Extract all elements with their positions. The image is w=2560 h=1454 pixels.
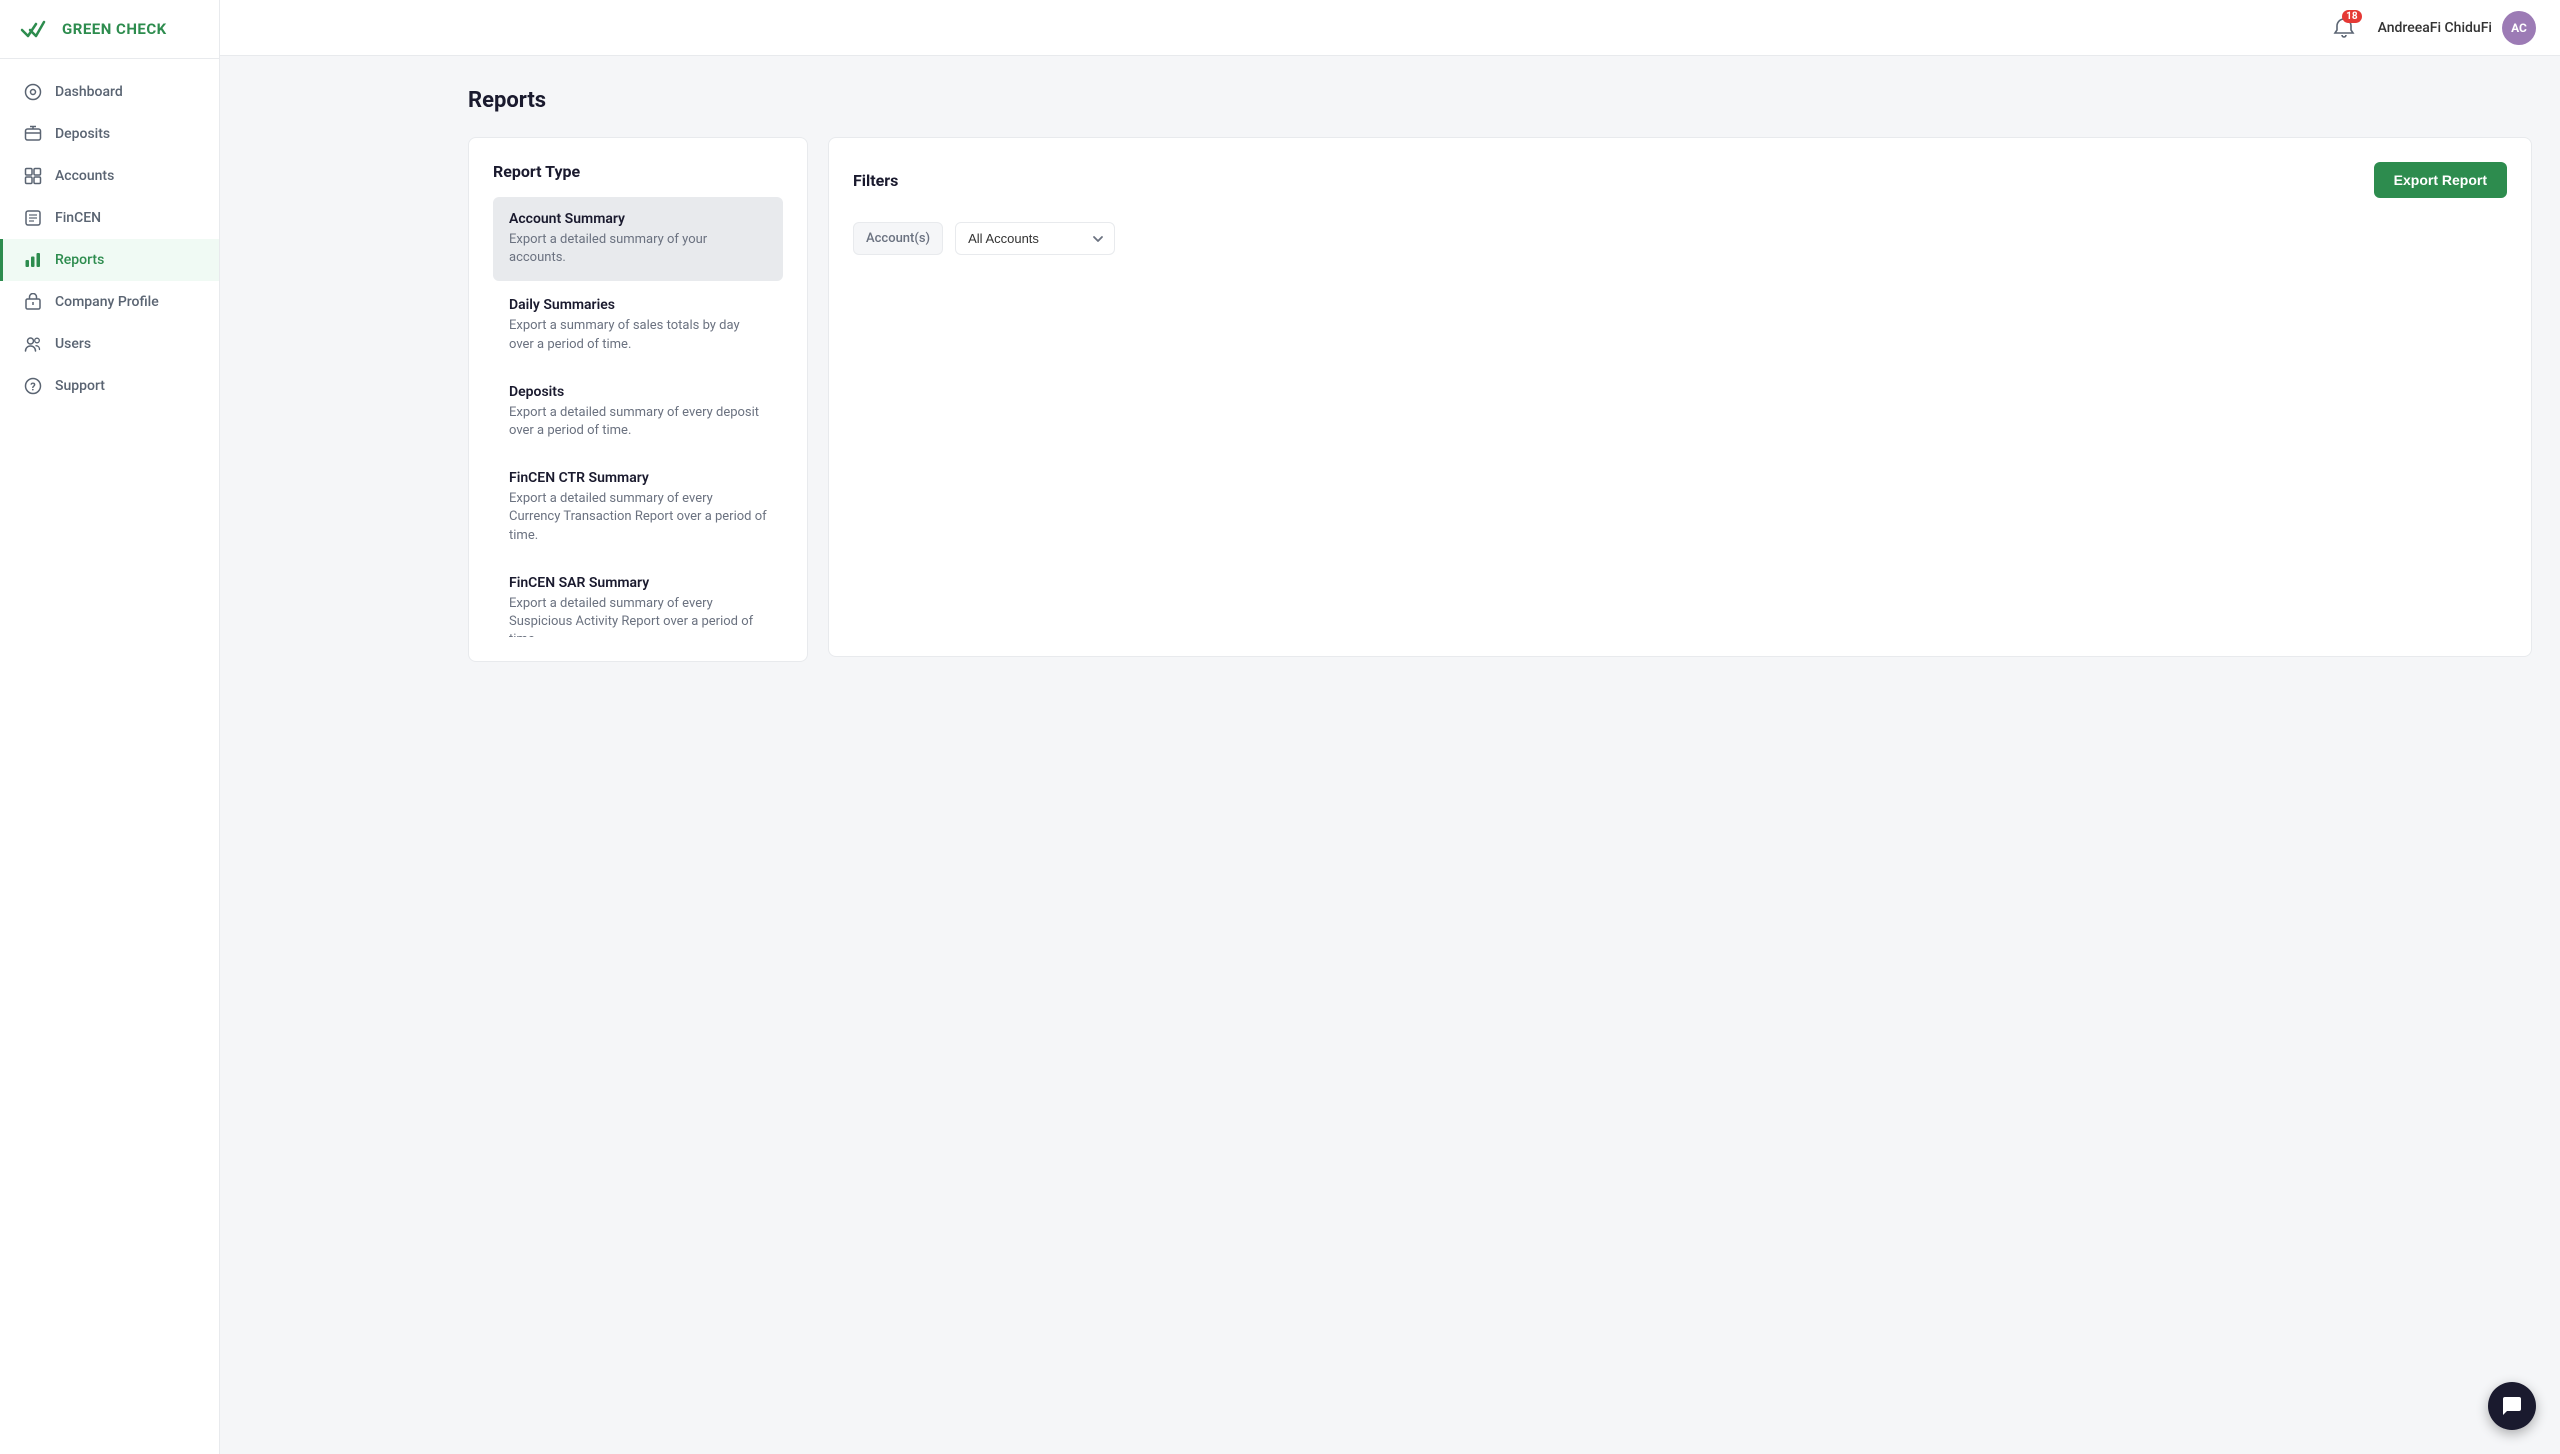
report-item-fincen-ctr[interactable]: FinCEN CTR Summary Export a detailed sum… [493,456,783,559]
notification-badge: 18 [2342,10,2361,23]
chat-bubble-button[interactable] [2488,1382,2536,1430]
filters-panel: Filters Export Report Account(s) All Acc… [828,137,2532,657]
sidebar-label-reports: Reports [55,252,104,268]
sidebar-label-users: Users [55,336,91,352]
fincen-icon [23,208,43,228]
sidebar-label-fincen: FinCEN [55,210,101,226]
export-report-button[interactable]: Export Report [2374,162,2507,198]
dashboard-icon [23,82,43,102]
sidebar-label-deposits: Deposits [55,126,110,142]
filters-title: Filters [853,171,898,190]
logo-area: GREEN CHECK [0,0,219,59]
report-item-fincen-sar[interactable]: FinCEN SAR Summary Export a detailed sum… [493,561,783,637]
sidebar-label-support: Support [55,378,105,394]
user-name: AndreeaFi ChiduFi [2378,20,2492,36]
accounts-icon [23,166,43,186]
sidebar-label-company: Company Profile [55,294,159,310]
report-item-desc: Export a detailed summary of every depos… [509,404,767,440]
page-title: Reports [468,88,2532,113]
user-menu[interactable]: AndreeaFi ChiduFi AC [2378,11,2536,45]
report-item-account-summary[interactable]: Account Summary Export a detailed summar… [493,197,783,281]
report-type-title: Report Type [493,162,783,181]
company-icon [23,292,43,312]
svg-text:?: ? [30,381,36,394]
report-item-title: Account Summary [509,211,767,227]
report-item-desc: Export a detailed summary of your accoun… [509,231,767,267]
sidebar-item-support[interactable]: ? Support [0,365,219,407]
content-row: Report Type Account Summary Export a det… [468,137,2532,662]
report-type-panel: Report Type Account Summary Export a det… [468,137,808,662]
user-avatar: AC [2502,11,2536,45]
report-item-daily-summaries[interactable]: Daily Summaries Export a summary of sale… [493,283,783,367]
sidebar-item-accounts[interactable]: Accounts [0,155,219,197]
filter-row-accounts: Account(s) All Accounts Account A Accoun… [853,222,2507,255]
report-item-desc: Export a summary of sales totals by day … [509,317,767,353]
sidebar-label-dashboard: Dashboard [55,84,123,100]
main-content: Reports Report Type Account Summary Expo… [440,56,2560,1454]
sidebar-label-accounts: Accounts [55,168,114,184]
sidebar-item-dashboard[interactable]: Dashboard [0,71,219,113]
deposits-icon [23,124,43,144]
brand-name: GREEN CHECK [62,20,167,38]
report-item-desc: Export a detailed summary of every Suspi… [509,595,767,637]
sidebar-item-fincen[interactable]: FinCEN [0,197,219,239]
sidebar-item-reports[interactable]: Reports [0,239,219,281]
report-item-deposits[interactable]: Deposits Export a detailed summary of ev… [493,370,783,454]
users-icon [23,334,43,354]
account-filter-label: Account(s) [853,222,943,255]
main-nav: Dashboard Deposits [0,59,219,1454]
report-item-title: Deposits [509,384,767,400]
notifications-button[interactable]: 18 [2326,10,2362,46]
report-item-title: FinCEN CTR Summary [509,470,767,486]
header-right: 18 AndreeaFi ChiduFi AC [2326,10,2536,46]
sidebar-item-users[interactable]: Users [0,323,219,365]
report-item-title: FinCEN SAR Summary [509,575,767,591]
report-list: Account Summary Export a detailed summar… [493,197,783,637]
report-item-title: Daily Summaries [509,297,767,313]
report-item-desc: Export a detailed summary of every Curre… [509,490,767,545]
support-icon: ? [23,376,43,396]
logo-icon [20,18,52,40]
account-select-wrapper: All Accounts Account A Account B [955,222,1115,255]
sidebar-item-deposits[interactable]: Deposits [0,113,219,155]
sidebar-item-company-profile[interactable]: Company Profile [0,281,219,323]
reports-icon [23,250,43,270]
sidebar: GREEN CHECK Dashboard Deposits [0,0,220,1454]
header: 18 AndreeaFi ChiduFi AC [220,0,2560,56]
account-select[interactable]: All Accounts Account A Account B [955,222,1115,255]
filters-header: Filters Export Report [853,162,2507,198]
